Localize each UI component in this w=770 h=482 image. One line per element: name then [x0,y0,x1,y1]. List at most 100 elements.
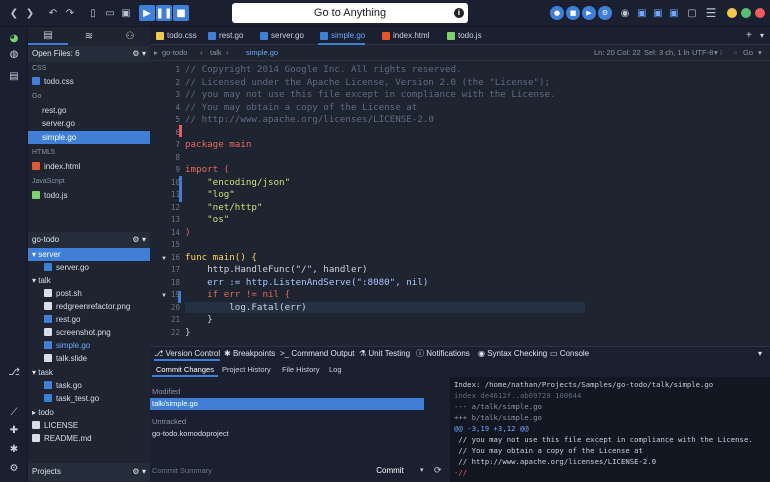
breadcrumb-folder[interactable]: talk [210,45,222,61]
project-gear-icon[interactable]: ⚙ ▾ [132,232,146,248]
commit-button[interactable]: Commit [360,462,420,479]
projects-footer[interactable]: Projects ⚙ ▾ [28,463,150,481]
bottom-pane-toggle-icon[interactable]: ▣ [650,5,666,21]
tab-todo-js[interactable]: todo.js [445,27,482,45]
tab-list-icon[interactable]: ▾ [760,27,764,45]
tree-file-active[interactable]: simple.go [28,339,150,352]
tree-folder[interactable]: ▾ talk [28,274,150,287]
code-editor[interactable]: ▼ ▼ 1 2 3 4 5 6 7 8 9 10 11 12 13 14 15 … [150,61,770,346]
project-header[interactable]: go-todo ⚙ ▾ [28,232,150,248]
refresh-icon[interactable]: ⟳ [434,462,448,479]
macro-options-icon[interactable]: ⚙ [598,6,612,20]
tab-unit-testing[interactable]: ⚗ Unit Testing [359,347,410,361]
record-macro-icon[interactable]: ● [550,6,564,20]
tab-syntax-checking[interactable]: ◉ Syntax Checking [478,347,547,361]
tree-folder[interactable]: ▾ task [28,366,150,379]
back-icon[interactable]: ❮ [6,5,22,21]
stop-icon[interactable]: ■ [173,5,189,21]
open-files-gear-icon[interactable]: ⚙ ▾ [132,46,146,62]
new-file-icon[interactable]: ▯ [85,5,101,21]
tab-server-go[interactable]: server.go [258,27,304,45]
debug-icon[interactable]: ✱ [6,444,22,458]
subtab-commit-changes[interactable]: Commit Changes [152,363,218,377]
open-file-item[interactable]: rest.go [28,104,150,117]
tab-breakpoints[interactable]: ✱ Breakpoints [224,347,275,361]
places-tab-icon[interactable]: ▤ [28,27,68,45]
encoding[interactable]: UTF-8 [692,45,713,61]
diff-line: // http://www.apache.org/licenses/LICENS… [454,457,657,466]
untracked-file-row[interactable]: go-todo.komodoproject [152,429,229,438]
indent-icon[interactable]: ▾ ⁝ [714,45,722,61]
commit-dropdown-icon[interactable]: ▾ [420,462,430,479]
version-control-icon[interactable]: ⎇ [6,367,22,381]
right-pane-toggle-icon[interactable]: ▣ [666,5,682,21]
close-icon[interactable] [755,8,765,18]
undo-icon[interactable]: ↶ [45,5,61,21]
breadcrumb-file[interactable]: simple.go [246,45,278,61]
users-tab-icon[interactable]: ⚇ [110,27,150,45]
pause-icon[interactable]: ❚❚ [156,5,172,21]
tree-file[interactable]: rest.go [28,313,150,326]
subtab-log[interactable]: Log [325,363,346,377]
tab-version-control[interactable]: ⎇ Version Control [154,347,221,361]
language-dropdown-icon[interactable]: ▾ [758,45,762,61]
menu-icon[interactable]: ☰ [703,5,719,21]
subtab-project-history[interactable]: Project History [218,363,275,377]
tree-file[interactable]: task_test.go [28,392,150,405]
panel-menu-icon[interactable]: ▾ [758,347,762,361]
tab-command-output[interactable]: >_ Command Output [280,347,354,361]
breadcrumb-project[interactable]: go-todo [162,45,187,61]
left-pane-toggle-icon[interactable]: ▣ [634,5,650,21]
redo-icon[interactable]: ↷ [62,5,78,21]
code-browser-icon[interactable]: ▤ [6,71,22,85]
tab-todo-css[interactable]: todo.css [154,27,197,45]
database-tab-icon[interactable]: ≋ [69,27,109,45]
stop-macro-icon[interactable]: ■ [566,6,580,20]
forward-icon[interactable]: ❯ [22,5,38,21]
open-files-header[interactable]: Open Files: 6 ⚙ ▾ [28,46,150,62]
go-to-anything-search[interactable]: Go to Anything i [232,3,468,23]
komodo-logo-icon[interactable]: ◕ [6,33,22,47]
language[interactable]: Go [743,45,753,61]
code-line: package main [185,139,252,150]
preview-icon[interactable]: ▢ [684,5,700,21]
play-macro-icon[interactable]: ▶ [582,6,596,20]
tree-file[interactable]: LICENSE [28,419,150,432]
open-file-item[interactable]: index.html [28,160,150,173]
tree-file[interactable]: post.sh [28,287,150,300]
save-icon[interactable]: ▣ [118,5,134,21]
tree-file[interactable]: server.go [28,261,150,274]
minimize-icon[interactable] [727,8,737,18]
globe-icon[interactable]: ◍ [6,49,22,63]
go-file-icon [320,32,328,40]
tab-simple-go[interactable]: simple.go [318,27,366,45]
open-folder-icon[interactable]: ▭ [102,5,118,21]
tab-index-html[interactable]: index.html [380,27,429,45]
tree-file[interactable]: task.go [28,379,150,392]
projects-gear-icon[interactable]: ⚙ ▾ [132,463,146,481]
run-icon[interactable]: ▶ [139,5,155,21]
tree-folder[interactable]: ▸ todo [28,406,150,419]
tree-folder-selected[interactable]: ▾ server [28,248,150,261]
tab-notifications[interactable]: ⓘ Notifications [416,347,470,361]
tab-rest-go[interactable]: rest.go [206,27,243,45]
tab-console[interactable]: ▭ Console [550,347,589,361]
tree-file[interactable]: redgreenrefactor.png [28,300,150,313]
open-file-item[interactable]: todo.js [28,189,150,202]
info-icon[interactable]: i [454,8,464,18]
settings-icon[interactable]: ⚙ [6,463,22,477]
open-file-item[interactable]: server.go [28,117,150,130]
new-tab-icon[interactable]: + [746,27,752,45]
puzzle-icon[interactable]: ✚ [6,425,22,439]
tree-file[interactable]: talk.slide [28,352,150,365]
open-file-item[interactable]: todo.css [28,75,150,88]
maximize-icon[interactable] [741,8,751,18]
modified-file-row[interactable]: talk/simple.go [150,398,424,410]
commit-summary-input[interactable]: Commit Summary [150,462,360,479]
tree-file[interactable]: README.md [28,432,150,445]
open-file-item-selected[interactable]: simple.go [28,131,150,144]
subtab-file-history[interactable]: File History [278,363,324,377]
tree-file[interactable]: screenshot.png [28,326,150,339]
eye-icon[interactable]: ◉ [617,5,633,21]
chart-icon[interactable]: ⟋ [6,407,22,421]
